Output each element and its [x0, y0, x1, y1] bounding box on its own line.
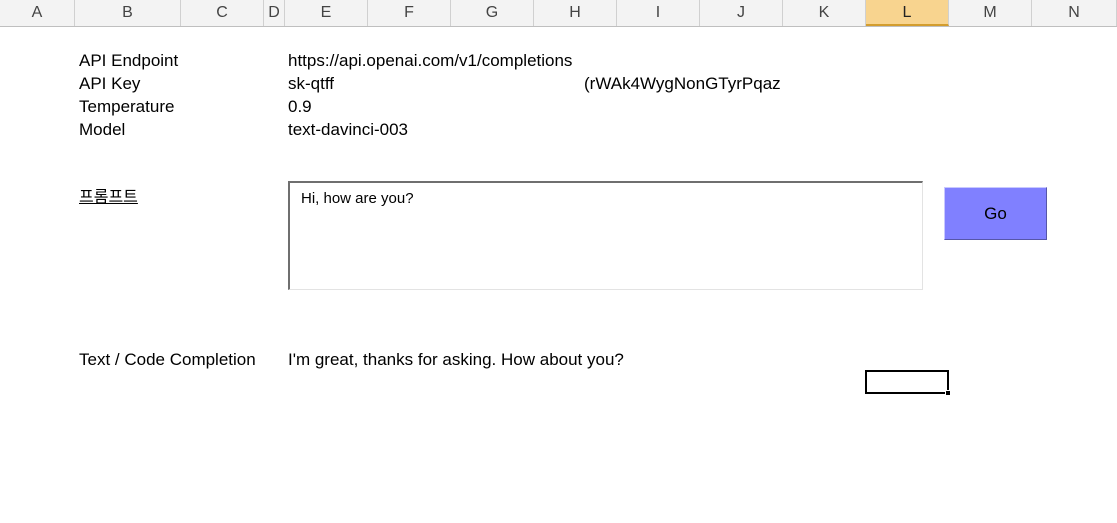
active-cell-selection[interactable]	[865, 370, 949, 394]
api-key-label: API Key	[79, 74, 141, 93]
completion-label: Text / Code Completion	[79, 350, 256, 369]
column-header-f[interactable]: F	[368, 0, 451, 26]
completion-value[interactable]: I'm great, thanks for asking. How about …	[288, 350, 624, 370]
column-header-e[interactable]: E	[285, 0, 368, 26]
temperature-value[interactable]: 0.9	[288, 97, 312, 117]
fill-handle[interactable]	[945, 390, 951, 396]
column-header-b[interactable]: B	[75, 0, 181, 26]
go-button[interactable]: Go	[944, 187, 1047, 240]
api-key-value-start[interactable]: sk-qtff	[288, 74, 334, 94]
column-header-i[interactable]: I	[617, 0, 700, 26]
column-header-a[interactable]: A	[0, 0, 75, 26]
column-header-l[interactable]: L	[866, 0, 949, 26]
api-key-value-end[interactable]: (rWAk4WygNonGTyrPqaz	[584, 74, 781, 94]
column-header-h[interactable]: H	[534, 0, 617, 26]
column-header-j[interactable]: J	[700, 0, 783, 26]
prompt-textbox[interactable]: Hi, how are you?	[288, 181, 923, 290]
column-header-c[interactable]: C	[181, 0, 264, 26]
column-header-g[interactable]: G	[451, 0, 534, 26]
temperature-label: Temperature	[79, 97, 175, 116]
api-endpoint-label: API Endpoint	[79, 51, 179, 70]
api-endpoint-value[interactable]: https://api.openai.com/v1/completions	[288, 51, 572, 71]
column-header-d[interactable]: D	[264, 0, 285, 26]
column-header-k[interactable]: K	[783, 0, 866, 26]
prompt-label: 프롬프트	[79, 187, 138, 206]
column-header-n[interactable]: N	[1032, 0, 1117, 26]
model-value[interactable]: text-davinci-003	[288, 120, 408, 140]
column-header-bar: A B C D E F G H I J K L M N	[0, 0, 1117, 27]
model-label: Model	[79, 120, 126, 139]
column-header-m[interactable]: M	[949, 0, 1032, 26]
